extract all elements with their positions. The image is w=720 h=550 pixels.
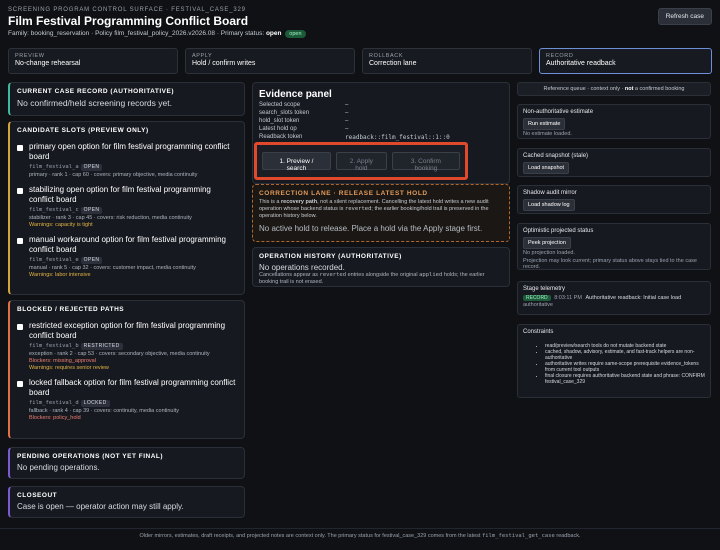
blockers-text: Blockers: policy_hold: [29, 415, 81, 421]
list-item: manual workaround option for film festiv…: [17, 235, 237, 278]
telemetry-entry: RECORD 8:03:11 PM Authoritative readback…: [523, 295, 705, 301]
pending-operations: PENDING OPERATIONS (NOT YET FINAL) No pe…: [8, 447, 245, 479]
tab-apply[interactable]: APPLY Hold / confirm writes: [185, 48, 355, 74]
stage-telemetry-panel: Stage telemetry RECORD 8:03:11 PM Author…: [517, 281, 711, 315]
evidence-row: Readback token readback::film_festival::1…: [259, 134, 450, 141]
list-item: cached, shadow, advisory, estimate, and …: [545, 349, 705, 361]
peek-projection-button[interactable]: Peek projection: [523, 237, 571, 249]
reference-queue-banner: Reference queue · context only · not a c…: [517, 82, 711, 96]
warning-text: Warnings: capacity is tight: [29, 222, 93, 228]
blockers-text: Blockers: missing_approval: [29, 358, 96, 364]
evidence-row: hold_slot token –: [259, 118, 349, 124]
preview-search-button[interactable]: 1. Preview / search: [262, 152, 331, 172]
evidence-row: Selected scope –: [259, 102, 349, 108]
footer-note: Older mirrors, estimates, draft receipts…: [0, 528, 720, 550]
refresh-case-button[interactable]: Refresh case: [657, 8, 712, 25]
section-title: CURRENT CASE RECORD (AUTHORITATIVE): [17, 88, 175, 95]
evidence-row: Latest hold op –: [259, 126, 349, 132]
section-title: BLOCKED / REJECTED PATHS: [17, 306, 125, 313]
estimate-panel: Non-authoritative estimate Run estimate …: [517, 104, 711, 139]
list-item: locked fallback option for film festival…: [17, 378, 237, 421]
page-title: Film Festival Programming Conflict Board: [8, 14, 249, 28]
status-badge: OPEN: [80, 257, 103, 264]
slot-id: film_festival_a: [29, 164, 79, 170]
shadow-audit-panel: Shadow audit mirror Load shadow log: [517, 185, 711, 214]
closeout: CLOSEOUT Case is open — operator action …: [8, 486, 245, 518]
slot-id: film_festival_d: [29, 400, 79, 406]
case-meta: Family: booking_reservation · Policy fil…: [8, 30, 712, 38]
current-case-record: CURRENT CASE RECORD (AUTHORITATIVE) No c…: [8, 82, 245, 116]
load-shadow-log-button[interactable]: Load shadow log: [523, 199, 575, 211]
status-badge: open: [285, 30, 306, 38]
status-badge: OPEN: [80, 207, 103, 214]
section-title: OPERATION HISTORY (AUTHORITATIVE): [259, 253, 402, 260]
slot-checkbox[interactable]: [17, 188, 23, 194]
section-title: CORRECTION LANE · RELEASE LATEST HOLD: [259, 190, 428, 197]
tab-record[interactable]: RECORD Authoritative readback: [539, 48, 712, 74]
primary-status: open: [265, 30, 282, 37]
slot-id: film_festival_c: [29, 207, 79, 213]
stage-tabs: PREVIEW No-change rehearsal APPLY Hold /…: [8, 48, 712, 74]
constraints-list: read/preview/search tools do not mutate …: [523, 343, 705, 385]
evidence-title: Evidence panel: [259, 89, 332, 100]
slot-checkbox[interactable]: [17, 145, 23, 151]
candidate-slots: CANDIDATE SLOTS (PREVIEW ONLY) primary o…: [8, 121, 245, 295]
slot-checkbox[interactable]: [17, 324, 23, 330]
status-badge: LOCKED: [80, 400, 110, 407]
section-title: PENDING OPERATIONS (NOT YET FINAL): [17, 453, 164, 460]
blocked-paths: BLOCKED / REJECTED PATHS restricted exce…: [8, 300, 245, 439]
warning-text: Warnings: requires senior review: [29, 365, 109, 371]
correction-lane: CORRECTION LANE · RELEASE LATEST HOLD Th…: [252, 184, 510, 242]
record-badge: RECORD: [523, 295, 551, 301]
evidence-row: search_slots token –: [259, 110, 349, 116]
page-header: SCREENING PROGRAM CONTROL SURFACE · FEST…: [8, 7, 712, 38]
current-record-text: No confirmed/held screening records yet.: [17, 98, 172, 108]
list-item: primary open option for film festival pr…: [17, 142, 237, 178]
eyebrow: SCREENING PROGRAM CONTROL SURFACE · FEST…: [8, 7, 246, 13]
operation-history: OPERATION HISTORY (AUTHORITATIVE) No ope…: [252, 247, 510, 287]
status-badge: RESTRICTED: [80, 343, 123, 350]
slot-id: film_festival_b: [29, 343, 79, 349]
confirm-booking-button[interactable]: 3. Confirm booking: [391, 152, 460, 172]
list-item: restricted exception option for film fes…: [17, 321, 237, 371]
tab-rollback[interactable]: ROLLBACK Correction lane: [362, 48, 532, 74]
telemetry-time: 8:03:11 PM: [554, 295, 582, 301]
correction-description: This is a recovery path, not a silent re…: [259, 199, 489, 219]
constraints-panel: Constraints read/preview/search tools do…: [517, 324, 711, 398]
list-item: authoritative writes require same-scope …: [545, 361, 705, 373]
stage-action-bar: 1. Preview / search 2. Apply hold 3. Con…: [254, 142, 468, 180]
optimistic-status-panel: Optimistic projected status Peek project…: [517, 223, 711, 270]
section-title: CLOSEOUT: [17, 492, 58, 499]
slot-checkbox[interactable]: [17, 381, 23, 387]
history-note: Cancellations appear as reverted entries…: [259, 272, 485, 285]
run-estimate-button[interactable]: Run estimate: [523, 118, 566, 130]
list-item: final closure requires authoritative bac…: [545, 373, 705, 385]
apply-hold-button[interactable]: 2. Apply hold: [335, 152, 387, 172]
section-title: CANDIDATE SLOTS (PREVIEW ONLY): [17, 127, 149, 134]
list-item: stabilizing open option for film festiva…: [17, 185, 237, 228]
load-snapshot-button[interactable]: Load snapshot: [523, 162, 570, 174]
status-badge: OPEN: [80, 164, 103, 171]
slot-id: film_festival_e: [29, 257, 79, 263]
snapshot-panel: Cached snapshot (stale) Load snapshot: [517, 148, 711, 177]
warning-text: Warnings: labor intensive: [29, 272, 91, 278]
tab-preview[interactable]: PREVIEW No-change rehearsal: [8, 48, 178, 74]
slot-checkbox[interactable]: [17, 238, 23, 244]
